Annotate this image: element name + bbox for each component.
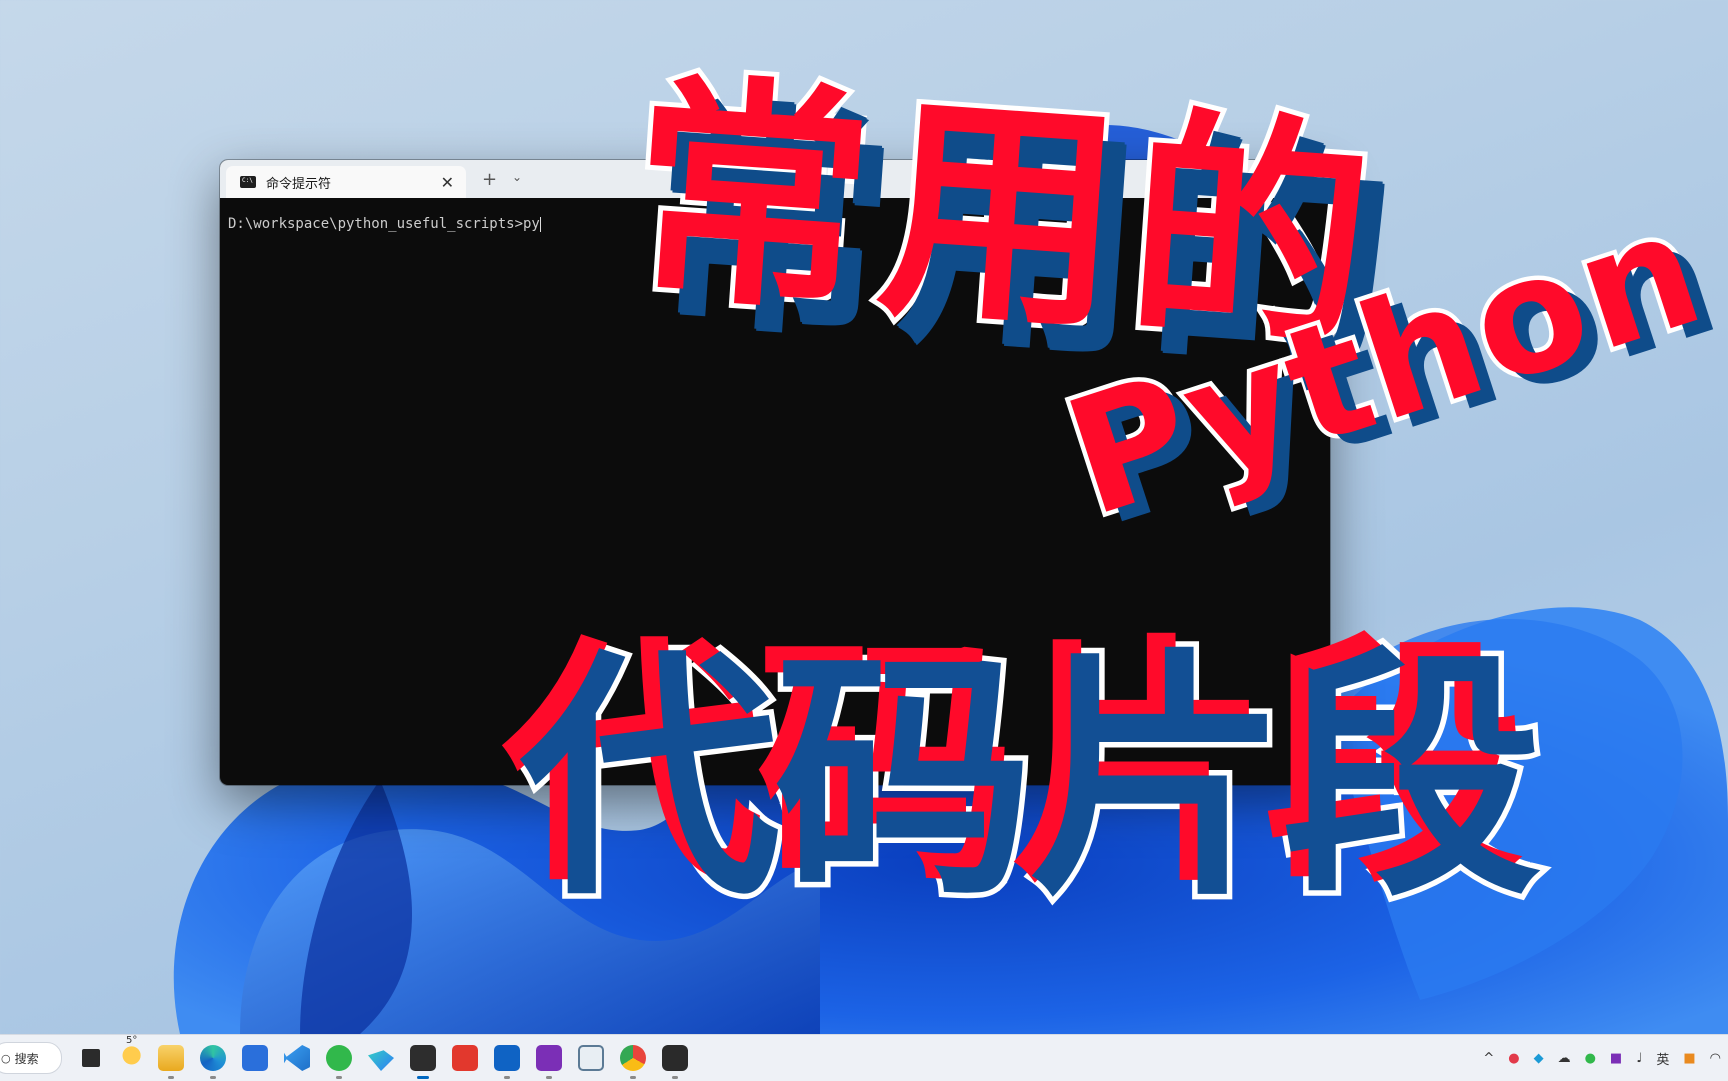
tray-onenote-icon[interactable]: ■	[1610, 1051, 1622, 1066]
bilibili-icon[interactable]	[662, 1045, 688, 1079]
whiteboard-icon[interactable]	[578, 1045, 604, 1071]
taskbar-apps: 5°	[74, 1035, 696, 1079]
text-cursor	[539, 216, 541, 232]
outlook-icon[interactable]	[494, 1045, 520, 1079]
tray-diamond-icon[interactable]: ◆	[1534, 1051, 1544, 1066]
search-icon: ○	[1, 1051, 11, 1065]
new-tab-button[interactable]: +	[482, 169, 497, 190]
overlay-title-line3: 代码片段	[515, 629, 1548, 931]
feishu-icon[interactable]	[368, 1050, 394, 1071]
tray-wechat-icon[interactable]: ●	[1585, 1051, 1596, 1066]
wechat-icon[interactable]	[326, 1045, 352, 1079]
onenote-icon[interactable]	[536, 1045, 562, 1079]
search-label: 搜索	[14, 1051, 39, 1066]
prompt-line: D:\workspace\python_useful_scripts>py	[228, 216, 540, 232]
terminal-icon[interactable]	[410, 1045, 436, 1079]
cmd-icon	[240, 176, 256, 188]
task-view-icon[interactable]	[82, 1049, 100, 1067]
chevron-down-icon[interactable]: ⌄	[512, 170, 522, 184]
microphone-icon[interactable]: ♩	[1636, 1051, 1642, 1066]
weather-icon[interactable]: 5°	[116, 1035, 142, 1071]
tray-dot-icon[interactable]: ●	[1508, 1051, 1519, 1066]
file-explorer-icon[interactable]	[158, 1045, 184, 1079]
vscode-icon[interactable]	[284, 1045, 310, 1071]
wps-icon[interactable]	[452, 1045, 478, 1071]
tray-chevron-icon[interactable]: ^	[1483, 1051, 1494, 1066]
taskbar: ○ 搜索 5° ^ ● ◆ ☁ ● ■ ♩ 英 ■ ◠	[0, 1034, 1728, 1081]
close-icon[interactable]: ✕	[441, 173, 454, 192]
search-box[interactable]: ○ 搜索	[0, 1042, 62, 1074]
store-icon[interactable]	[242, 1045, 268, 1071]
tab-command-prompt[interactable]: 命令提示符 ✕	[226, 166, 466, 198]
tray-app-icon[interactable]: ■	[1683, 1051, 1695, 1066]
wifi-icon[interactable]: ◠	[1710, 1051, 1721, 1066]
system-tray: ^ ● ◆ ☁ ● ■ ♩ 英 ■ ◠	[1476, 1035, 1728, 1081]
chrome-icon[interactable]	[620, 1045, 646, 1079]
weather-temp: 5°	[126, 1035, 138, 1046]
onedrive-icon[interactable]: ☁	[1558, 1051, 1571, 1066]
ime-indicator[interactable]: 英	[1656, 1049, 1669, 1068]
edge-icon[interactable]	[200, 1045, 226, 1079]
tab-title: 命令提示符	[266, 176, 332, 192]
